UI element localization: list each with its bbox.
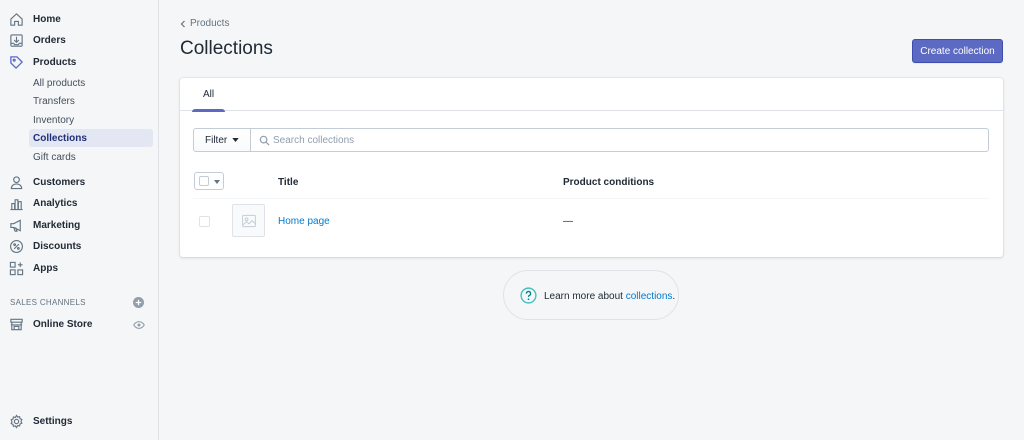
sidebar-item-label: Discounts — [33, 241, 82, 252]
sidebar-subitem-label: All products — [33, 78, 86, 89]
sidebar-subitem-label: Gift cards — [33, 152, 76, 163]
sidebar-subitem-collections[interactable]: Collections — [29, 129, 153, 147]
collection-title-link[interactable]: Home page — [278, 216, 330, 227]
row-checkbox[interactable] — [199, 216, 210, 227]
sidebar-subitem-label: Transfers — [33, 96, 75, 107]
filter-button[interactable]: Filter — [193, 128, 251, 152]
page-title: Collections — [180, 38, 273, 59]
orders-icon — [9, 33, 24, 48]
filter-label: Filter — [205, 134, 228, 146]
search-icon — [259, 135, 270, 146]
table-row[interactable]: Home page — — [180, 199, 1003, 243]
breadcrumb[interactable]: Products — [180, 18, 229, 29]
plus-icon — [135, 299, 142, 306]
megaphone-icon — [9, 218, 24, 233]
add-sales-channel-button[interactable] — [133, 297, 144, 308]
select-all-checkbox[interactable] — [199, 176, 209, 186]
sidebar-item-label: Home — [33, 14, 61, 25]
caret-down-icon — [232, 138, 239, 142]
caret-down-icon — [214, 180, 220, 184]
image-placeholder-icon — [232, 204, 265, 237]
sidebar-item-products[interactable]: Products — [0, 53, 158, 73]
sidebar-subitem-label: Collections — [33, 133, 87, 144]
sidebar-subitem-inventory[interactable]: Inventory — [29, 111, 153, 129]
person-icon — [9, 175, 24, 190]
apps-icon — [9, 261, 24, 276]
help-suffix: . — [672, 291, 676, 302]
sidebar-item-orders[interactable]: Orders — [0, 31, 158, 51]
sidebar: Home Orders Products All products Transf… — [0, 0, 159, 440]
search-field — [250, 128, 989, 152]
column-header-title[interactable]: Title — [278, 177, 298, 188]
sidebar-item-label: Settings — [33, 416, 73, 427]
sidebar-item-label: Orders — [33, 35, 66, 46]
gear-icon — [9, 414, 24, 429]
sidebar-item-marketing[interactable]: Marketing — [0, 216, 158, 236]
sidebar-item-apps[interactable]: Apps — [0, 259, 158, 279]
sidebar-subitem-transfers[interactable]: Transfers — [29, 92, 153, 110]
question-circle-icon — [520, 287, 537, 304]
help-prefix: Learn more about — [544, 291, 626, 302]
collections-card: All Filter Title Product conditions Home… — [180, 78, 1003, 257]
sidebar-item-label: Marketing — [33, 220, 81, 231]
sidebar-item-label: Online Store — [33, 319, 93, 330]
sidebar-item-customers[interactable]: Customers — [0, 173, 158, 193]
home-icon — [9, 12, 24, 27]
bar-chart-icon — [9, 196, 24, 211]
help-text: Learn more about collections. — [544, 291, 675, 302]
collections-help-link[interactable]: collections — [626, 291, 673, 302]
sidebar-item-label: Customers — [33, 177, 86, 188]
search-input[interactable] — [273, 131, 973, 149]
chevron-left-icon — [180, 20, 185, 27]
sidebar-item-discounts[interactable]: Discounts — [0, 237, 158, 257]
discount-icon — [9, 239, 24, 254]
sidebar-item-home[interactable]: Home — [0, 10, 158, 30]
sidebar-item-label: Analytics — [33, 198, 78, 209]
sidebar-item-label: Apps — [33, 263, 58, 274]
bulk-select-dropdown[interactable] — [194, 172, 224, 190]
eye-icon — [132, 321, 145, 329]
view-store-button[interactable] — [132, 319, 145, 331]
tab-all[interactable]: All — [192, 78, 225, 112]
sidebar-subitem-all-products[interactable]: All products — [29, 74, 153, 92]
sidebar-subitem-label: Inventory — [33, 115, 75, 126]
sidebar-subitem-gift-cards[interactable]: Gift cards — [29, 148, 153, 166]
help-footer: Learn more about collections. — [503, 270, 679, 320]
column-header-product-conditions: Product conditions — [563, 177, 655, 188]
product-conditions-value: — — [563, 216, 573, 227]
sidebar-item-settings[interactable]: Settings — [0, 412, 158, 432]
sidebar-item-analytics[interactable]: Analytics — [0, 194, 158, 214]
store-icon — [9, 317, 24, 332]
tab-bar: All — [180, 78, 1003, 112]
create-collection-button[interactable]: Create collection — [912, 39, 1003, 63]
sales-channels-heading: SALES CHANNELS — [10, 298, 86, 307]
tag-icon — [9, 55, 24, 70]
breadcrumb-label: Products — [190, 18, 230, 29]
sidebar-item-label: Products — [33, 57, 77, 68]
